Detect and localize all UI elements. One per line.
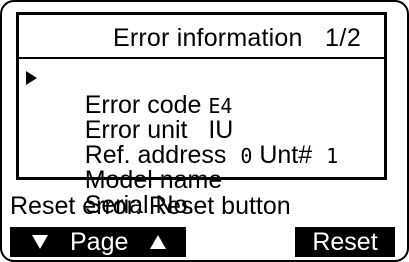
controller-screen: Error information 1/2 Error code E4 Erro… [0,0,409,262]
unit-number-label: Unt# [259,141,313,169]
unit-number-value: 1 [326,144,339,168]
triangle-up-icon [150,235,166,249]
selection-arrow-icon [26,71,37,85]
info-panel: Error information 1/2 Error code E4 Erro… [16,12,387,219]
ref-address-value: 0 [240,144,253,168]
reset-instruction: Reset error: Reset button [10,192,291,220]
page-button[interactable]: Page [10,227,186,257]
triangle-down-icon [32,235,48,249]
page-indicator: 1/2 [325,24,362,52]
page-button-label: Page [70,228,129,256]
reset-button[interactable]: Reset [295,227,395,257]
page-title: Error information [113,24,303,52]
title-divider [19,57,384,59]
